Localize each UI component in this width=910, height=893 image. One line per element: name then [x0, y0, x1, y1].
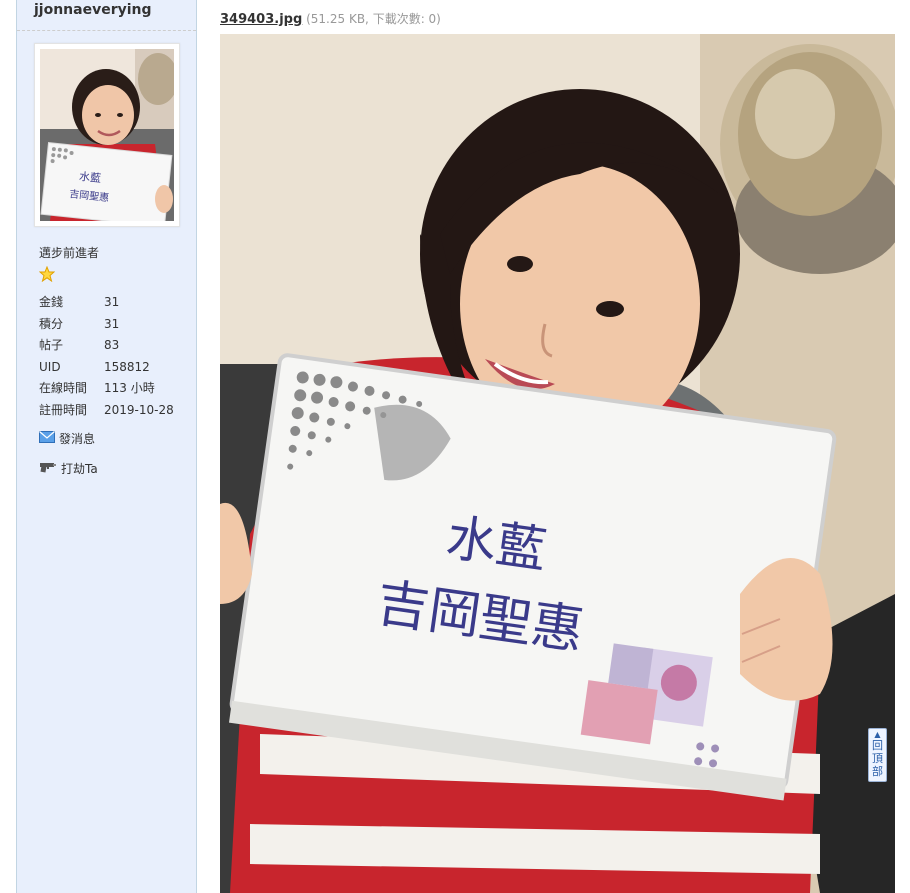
stat-row-register-date: 註冊時間 2019-10-28	[39, 400, 174, 422]
stat-row-online-time: 在線時間 113 小時	[39, 378, 174, 400]
send-message-button[interactable]: 發消息	[39, 430, 95, 447]
attachment-info: 349403.jpg (51.25 KB, 下載次數: 0)	[220, 10, 441, 27]
attachment-filename-link[interactable]: 349403.jpg	[220, 12, 302, 27]
stat-value: 113 小時	[104, 381, 155, 396]
arrow-up-icon: ▲	[874, 730, 881, 739]
stat-row-points: 積分 31	[39, 314, 174, 336]
stat-label: 註冊時間	[39, 402, 88, 417]
stat-row-uid: UID 158812	[39, 357, 174, 379]
hit-ta-button[interactable]: 打劫Ta	[39, 460, 98, 477]
username-link[interactable]: jjonnaeverying	[34, 2, 152, 18]
stat-value: 2019-10-28	[104, 402, 174, 417]
avatar[interactable]: 水藍 吉岡聖惠	[34, 43, 180, 227]
stat-row-posts: 帖子 83	[39, 335, 174, 357]
stat-label: UID	[39, 359, 61, 374]
stat-value: 158812	[104, 359, 150, 374]
attachment-meta: (51.25 KB, 下載次數: 0)	[306, 12, 441, 26]
stat-value[interactable]: 31	[104, 314, 119, 336]
gun-icon	[39, 461, 57, 476]
star-icon	[38, 265, 56, 285]
stat-value[interactable]: 83	[104, 335, 119, 357]
avatar-image: 水藍 吉岡聖惠	[40, 49, 174, 221]
stat-label: 在線時間	[39, 381, 88, 396]
stat-label: 金錢	[39, 295, 64, 309]
hit-ta-label: 打劫Ta	[61, 462, 98, 476]
back-to-top-label: 回頂部	[872, 739, 883, 778]
stat-row-money: 金錢 31	[39, 292, 174, 314]
stat-label: 積分	[39, 316, 64, 331]
back-to-top-button[interactable]: ▲ 回頂部	[868, 728, 887, 782]
divider	[17, 30, 196, 31]
stat-value: 31	[104, 295, 120, 309]
user-rank: 邁步前進者	[39, 246, 100, 260]
envelope-icon	[39, 431, 55, 446]
stat-label: 帖子	[39, 338, 64, 353]
attachment-photo[interactable]: 水藍 吉岡聖惠	[220, 34, 895, 893]
user-stats: 金錢 31 積分 31 帖子 83 UID 158812 在線時間 113 小時 註冊時間…	[39, 292, 174, 422]
user-info-panel: jjonnaeverying 水藍 吉岡聖惠 邁步前進者 金錢 31 積分 31…	[16, 0, 197, 893]
send-message-label: 發消息	[59, 432, 96, 446]
svg-text:水藍: 水藍	[78, 170, 101, 185]
